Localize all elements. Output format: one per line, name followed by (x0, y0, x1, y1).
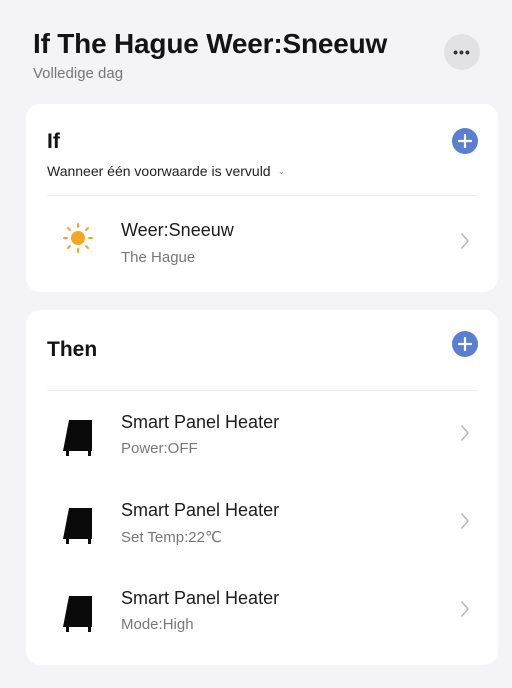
then-section-title: Then (47, 338, 98, 361)
chevron-right-icon (461, 233, 469, 249)
action-subtitle: Mode:High (121, 616, 194, 633)
add-condition-button[interactable] (452, 128, 478, 154)
panel-heater-icon (63, 596, 92, 632)
action-title: Smart Panel Heater (121, 412, 280, 432)
action-title: Smart Panel Heater (121, 500, 280, 520)
action-title: Smart Panel Heater (121, 588, 280, 608)
chevron-right-icon (461, 601, 469, 617)
action-subtitle: Power:OFF (121, 440, 198, 457)
add-action-button[interactable] (452, 331, 478, 357)
if-section-title: If (47, 130, 60, 153)
condition-subtitle: The Hague (121, 249, 196, 266)
chevron-right-icon (461, 513, 469, 529)
action-row[interactable]: Smart Panel Heater Set Temp:22℃ (26, 490, 498, 560)
chevron-right-icon (461, 425, 469, 441)
divider (47, 195, 477, 196)
action-subtitle: Set Temp:22℃ (121, 529, 222, 546)
if-card: If Wanneer één voorwaarde is vervuld ⌄ W… (26, 104, 498, 292)
condition-mode-dropdown[interactable]: Wanneer één voorwaarde is vervuld ⌄ (47, 163, 285, 179)
condition-mode-label: Wanneer één voorwaarde is vervuld (47, 163, 271, 179)
chevron-down-icon: ⌄ (277, 165, 286, 176)
action-row[interactable]: Smart Panel Heater Power:OFF (26, 402, 498, 472)
action-row[interactable]: Smart Panel Heater Mode:High (26, 578, 498, 648)
page-header: If The Hague Weer:Sneeuw Volledige dag •… (33, 28, 482, 98)
divider (47, 390, 477, 391)
panel-heater-icon (63, 508, 92, 544)
condition-row[interactable]: Weer:Sneeuw The Hague (26, 206, 498, 276)
sun-icon (63, 223, 93, 253)
plus-circle-icon (458, 337, 472, 351)
more-horizontal-icon: ••• (453, 44, 471, 60)
page-title: If The Hague Weer:Sneeuw (33, 28, 388, 59)
page-subtitle: Volledige dag (33, 65, 124, 82)
more-options-button[interactable]: ••• (444, 34, 480, 70)
plus-circle-icon (458, 134, 472, 148)
then-card: Then Smart Panel Heater Power:OFF Smart … (26, 310, 498, 665)
condition-title: Weer:Sneeuw (121, 220, 234, 240)
panel-heater-icon (63, 420, 92, 456)
